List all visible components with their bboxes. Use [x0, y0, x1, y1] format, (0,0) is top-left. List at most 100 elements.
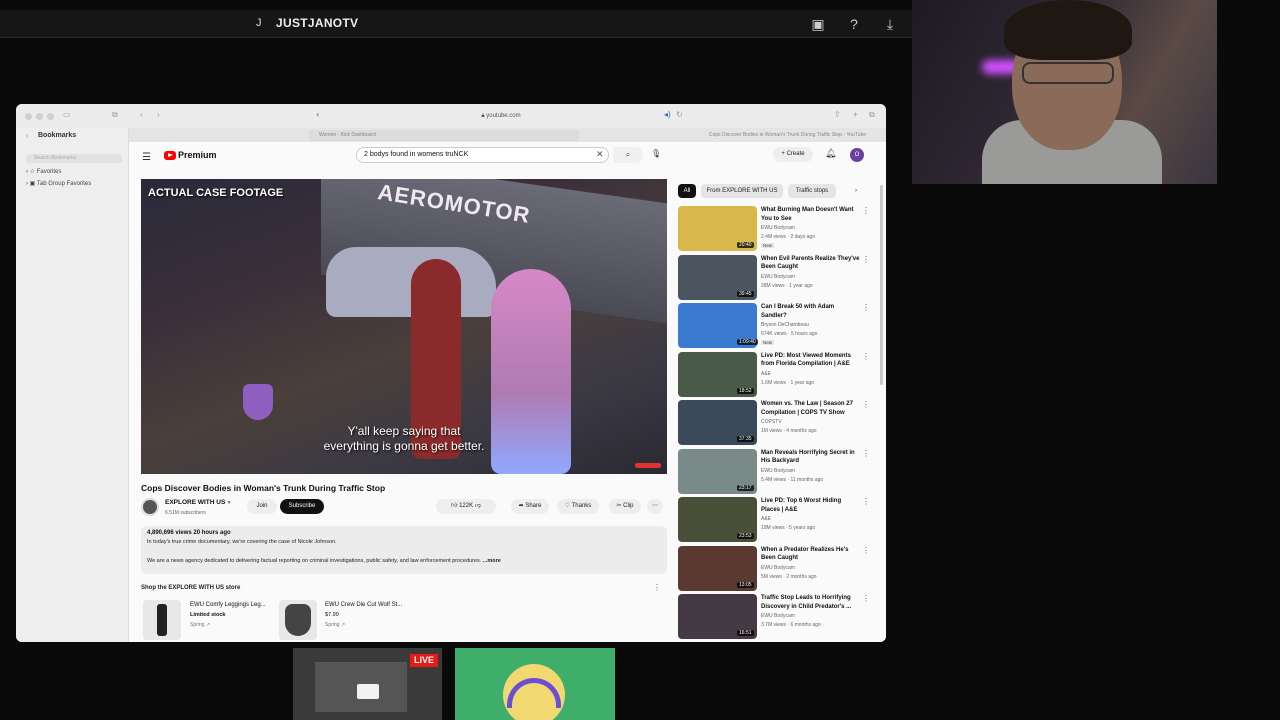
recommendation-title[interactable]: Man Reveals Horrifying Secret in His Bac… — [761, 449, 861, 466]
back-icon[interactable]: ‹ — [140, 110, 143, 119]
channel-name[interactable]: EXPLORE WITH US ● — [165, 499, 231, 506]
product-source[interactable]: Spring ↗ — [325, 622, 345, 628]
external-link-icon: ↗ — [205, 622, 211, 628]
stream-preview-thumbnail[interactable]: LIVE — [293, 648, 442, 720]
subscribe-button[interactable]: Subscribe — [280, 499, 324, 514]
recommendation-item[interactable]: 1:09:40 Can I Break 50 with Adam Sandler?… — [678, 303, 878, 348]
help-icon[interactable]: ? — [845, 15, 863, 33]
chip-next-icon[interactable]: › — [849, 184, 863, 198]
create-button[interactable]: + Create — [773, 147, 813, 162]
download-icon[interactable]: ⤓ — [881, 15, 899, 33]
recommendation-item[interactable]: 13:05 When a Predator Realizes He's Been … — [678, 545, 878, 591]
sidebar-item-favorites[interactable]: › ☆ Favorites — [26, 168, 61, 175]
recommendation-item[interactable]: 37:35 Women vs. The Law | Season 27 Compi… — [678, 400, 878, 445]
recommendation-item[interactable]: 20:40 What Burning Man Doesn't Want You t… — [678, 206, 878, 251]
share-icon[interactable]: ⇪ — [834, 110, 841, 119]
recommendation-title[interactable]: Live PD: Most Viewed Moments from Florid… — [761, 352, 861, 369]
youtube-brand[interactable]: Premium — [178, 150, 217, 160]
recommendation-channel[interactable]: EWU Bodycam — [761, 274, 795, 280]
chip-all[interactable]: All — [678, 184, 696, 198]
recommendation-title[interactable]: Live PD: Top 6 Worst Hiding Places | A&E — [761, 497, 861, 514]
recommendation-title[interactable]: Can I Break 50 with Adam Sandler? — [761, 303, 861, 320]
zoom-dot[interactable] — [47, 113, 54, 120]
forward-icon[interactable]: › — [157, 110, 160, 119]
description-box[interactable]: 4,890,696 views 20 hours ago In today's … — [141, 526, 667, 574]
tabs-icon[interactable]: ⧉ — [869, 110, 875, 120]
notifications-icon[interactable]: 🔔︎ — [825, 148, 836, 159]
more-actions-button[interactable]: ⋯ — [647, 499, 663, 514]
recommendation-item[interactable]: 39:45 When Evil Parents Realize They've B… — [678, 254, 878, 300]
recommendation-item[interactable]: 23:17 Man Reveals Horrifying Secret in Hi… — [678, 448, 878, 494]
recommendation-channel[interactable]: A&E — [761, 371, 771, 377]
address-bar[interactable]: 🔒︎ youtube.com — [316, 109, 686, 123]
tab-overview-icon[interactable]: ⧉ — [112, 110, 118, 120]
recommendation-item[interactable]: 23:53 Live PD: Top 6 Worst Hiding Places … — [678, 497, 878, 542]
more-link[interactable]: ...more — [483, 558, 501, 564]
product-name[interactable]: EWU Comfy Leggings Leg... — [190, 602, 266, 608]
back-chevron-icon[interactable]: ‹ — [26, 131, 29, 140]
shop-menu-icon[interactable]: ⋮ — [653, 583, 661, 592]
recommendation-channel[interactable]: Bryson DeChambeau — [761, 322, 809, 328]
recommendation-channel[interactable]: EWU Bodycam — [761, 613, 795, 619]
minimize-dot[interactable] — [36, 113, 43, 120]
microphone-icon[interactable]: 🎙︎ — [651, 149, 661, 158]
more-options-icon[interactable]: ⋮ — [862, 303, 870, 312]
chip-traffic-stops[interactable]: Traffic stops — [788, 184, 836, 198]
shop-heading: Shop the EXPLORE WITH US store — [141, 585, 241, 591]
more-options-icon[interactable]: ⋮ — [862, 594, 870, 603]
join-button[interactable]: Join — [247, 499, 277, 514]
tab-kick-dashboard[interactable]: Women - Kick Dashboard — [309, 130, 579, 141]
like-button[interactable]: 👍︎ 122K 👎︎ — [436, 499, 496, 514]
recommendation-item[interactable]: 16:51 Traffic Stop Leads to Horrifying Di… — [678, 594, 878, 639]
audio-icon[interactable]: ◂) — [664, 110, 671, 119]
tab-youtube-video[interactable]: Cops Discover Bodies in Woman's Trunk Du… — [699, 130, 886, 141]
recommendation-title[interactable]: Women vs. The Law | Season 27 Compilatio… — [761, 400, 861, 417]
close-dot[interactable] — [25, 113, 32, 120]
menu-icon[interactable]: ☰ — [142, 152, 151, 163]
chip-from-channel[interactable]: From EXPLORE WITH US — [701, 184, 783, 198]
more-options-icon[interactable]: ⋮ — [862, 449, 870, 458]
sidebar-toggle-icon[interactable]: ▭ — [63, 110, 71, 119]
product-name[interactable]: EWU Crew Die Cut Wolf St... — [325, 602, 402, 608]
video-duration: 23:53 — [737, 533, 754, 539]
video-player[interactable]: AEROMOTOR ACTUAL CASE FOOTAGE Y'all keep… — [141, 179, 667, 474]
account-avatar[interactable]: O — [850, 148, 864, 162]
recommendation-title[interactable]: When a Predator Realizes He's Been Caugh… — [761, 546, 861, 563]
reload-icon[interactable]: ↻ — [676, 110, 683, 119]
more-options-icon[interactable]: ⋮ — [862, 497, 870, 506]
product-image-leggings[interactable] — [143, 600, 181, 640]
recommendation-channel[interactable]: EWU Bodycam — [761, 565, 795, 571]
streamer-name[interactable]: JUSTJANOTV — [276, 16, 358, 30]
scissors-icon: ✂ — [616, 503, 622, 509]
product-source[interactable]: Spring ↗ — [190, 622, 210, 628]
more-options-icon[interactable]: ⋮ — [862, 546, 870, 555]
recommendation-title[interactable]: Traffic Stop Leads to Horrifying Discove… — [761, 594, 861, 611]
recommendation-title[interactable]: When Evil Parents Realize They've Been C… — [761, 255, 861, 272]
emote-thumbnail[interactable] — [455, 648, 615, 720]
recommendation-channel[interactable]: EWU Bodycam — [761, 225, 795, 231]
clear-search-icon[interactable]: ✕ — [596, 149, 604, 160]
recommendation-title[interactable]: What Burning Man Doesn't Want You to See — [761, 206, 861, 223]
bookmark-search-input[interactable]: Search Bookmarks — [26, 154, 122, 163]
recommendation-channel[interactable]: A&E — [761, 516, 771, 522]
more-options-icon[interactable]: ⋮ — [862, 206, 870, 215]
screen-share-icon[interactable]: ▣ — [809, 15, 827, 33]
recommendation-channel[interactable]: COPSTV — [761, 419, 782, 425]
search-button[interactable]: ⌕ — [613, 147, 643, 163]
recommendation-channel[interactable]: EWU Bodycam — [761, 468, 795, 474]
scrollbar[interactable] — [880, 185, 883, 385]
more-options-icon[interactable]: ⋮ — [862, 352, 870, 361]
share-button[interactable]: ➦ Share — [511, 499, 549, 514]
external-link-icon: ↗ — [340, 622, 346, 628]
search-input[interactable]: 2 bodys found in womens truNCK — [356, 147, 609, 163]
more-options-icon[interactable]: ⋮ — [862, 400, 870, 409]
sidebar-item-tab-group[interactable]: › ▣ Tab Group Favorites — [26, 180, 91, 187]
product-image-sticker[interactable] — [279, 600, 317, 640]
thanks-button[interactable]: ♡ Thanks — [557, 499, 599, 514]
clip-button[interactable]: ✂ Clip — [609, 499, 641, 514]
youtube-logo-icon[interactable] — [164, 151, 176, 160]
recommendation-item[interactable]: 18:52 Live PD: Most Viewed Moments from F… — [678, 351, 878, 397]
more-options-icon[interactable]: ⋮ — [862, 255, 870, 264]
channel-avatar[interactable] — [141, 498, 159, 516]
new-tab-icon[interactable]: + — [853, 110, 858, 119]
